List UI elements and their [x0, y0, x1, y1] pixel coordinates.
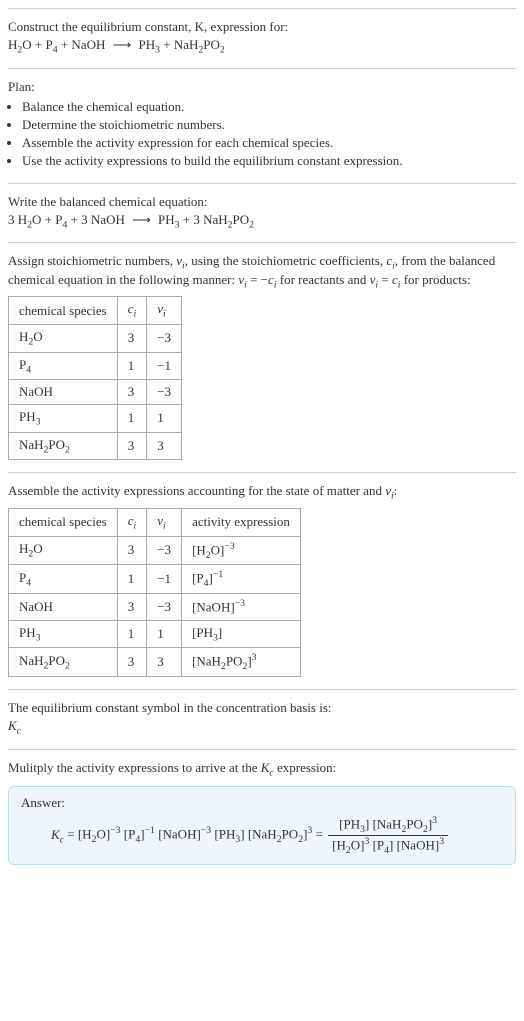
- prompt-section: Construct the equilibrium constant, K, e…: [8, 8, 516, 68]
- table-row: NaOH3−3[NaOH]−3: [9, 594, 301, 620]
- table-header-row: chemical species ci νi: [9, 297, 182, 325]
- activity-table: chemical species ci νi activity expressi…: [8, 508, 301, 677]
- multiply-text: Mulitply the activity expressions to arr…: [8, 760, 516, 779]
- prompt-label: Construct the equilibrium constant, K, e…: [8, 19, 288, 34]
- activity-text: Assemble the activity expressions accoun…: [8, 483, 516, 502]
- table-row: PH311: [9, 405, 182, 433]
- col-nui: νi: [147, 297, 182, 325]
- col-species: chemical species: [9, 297, 118, 325]
- table-row: H2O3−3[H2O]−3: [9, 536, 301, 565]
- table-row: P41−1[P4]−1: [9, 565, 301, 594]
- balanced-section: Write the balanced chemical equation: 3 …: [8, 183, 516, 243]
- answer-fraction: [PH3] [NaH2PO2]3 [H2O]3 [P4] [NaOH]3: [328, 815, 448, 856]
- plan-heading: Plan:: [8, 79, 516, 95]
- col-ci: ci: [117, 297, 147, 325]
- plan-item: Balance the chemical equation.: [22, 99, 516, 115]
- col-ci: ci: [117, 508, 147, 536]
- plan-item: Use the activity expressions to build th…: [22, 153, 516, 169]
- unbalanced-equation: H2O + P4 + NaOH ⟶ PH3 + NaH2PO2: [8, 37, 516, 56]
- plan-section: Plan: Balance the chemical equation. Det…: [8, 68, 516, 183]
- activity-section: Assemble the activity expressions accoun…: [8, 472, 516, 689]
- table-row: NaH2PO233[NaH2PO2]3: [9, 648, 301, 677]
- col-species: chemical species: [9, 508, 118, 536]
- answer-box: Answer: Kc = [H2O]−3 [P4]−1 [NaOH]−3 [PH…: [8, 786, 516, 865]
- table-header-row: chemical species ci νi activity expressi…: [9, 508, 301, 536]
- prompt-text: Construct the equilibrium constant, K, e…: [8, 19, 516, 35]
- table-row: NaOH3−3: [9, 380, 182, 405]
- kc-symbol: Kc: [8, 718, 516, 737]
- fraction-denominator: [H2O]3 [P4] [NaOH]3: [328, 836, 448, 856]
- col-activity: activity expression: [182, 508, 301, 536]
- plan-list: Balance the chemical equation. Determine…: [8, 99, 516, 169]
- plan-item: Assemble the activity expression for eac…: [22, 135, 516, 151]
- stoich-text: Assign stoichiometric numbers, νi, using…: [8, 253, 516, 290]
- answer-section: Mulitply the activity expressions to arr…: [8, 749, 516, 877]
- table-row: PH311[PH3]: [9, 620, 301, 648]
- answer-label: Answer:: [21, 795, 503, 811]
- balanced-heading: Write the balanced chemical equation:: [8, 194, 516, 210]
- balanced-equation: 3 H2O + P4 + 3 NaOH ⟶ PH3 + 3 NaH2PO2: [8, 212, 516, 231]
- plan-item: Determine the stoichiometric numbers.: [22, 117, 516, 133]
- stoich-section: Assign stoichiometric numbers, νi, using…: [8, 242, 516, 472]
- stoich-table: chemical species ci νi H2O3−3 P41−1 NaOH…: [8, 296, 182, 460]
- kc-symbol-section: The equilibrium constant symbol in the c…: [8, 689, 516, 749]
- answer-expression: Kc = [H2O]−3 [P4]−1 [NaOH]−3 [PH3] [NaH2…: [51, 815, 503, 856]
- col-nui: νi: [147, 508, 182, 536]
- table-row: P41−1: [9, 352, 182, 380]
- kc-symbol-text: The equilibrium constant symbol in the c…: [8, 700, 516, 716]
- table-row: NaH2PO233: [9, 432, 182, 460]
- table-row: H2O3−3: [9, 324, 182, 352]
- fraction-numerator: [PH3] [NaH2PO2]3: [328, 815, 448, 836]
